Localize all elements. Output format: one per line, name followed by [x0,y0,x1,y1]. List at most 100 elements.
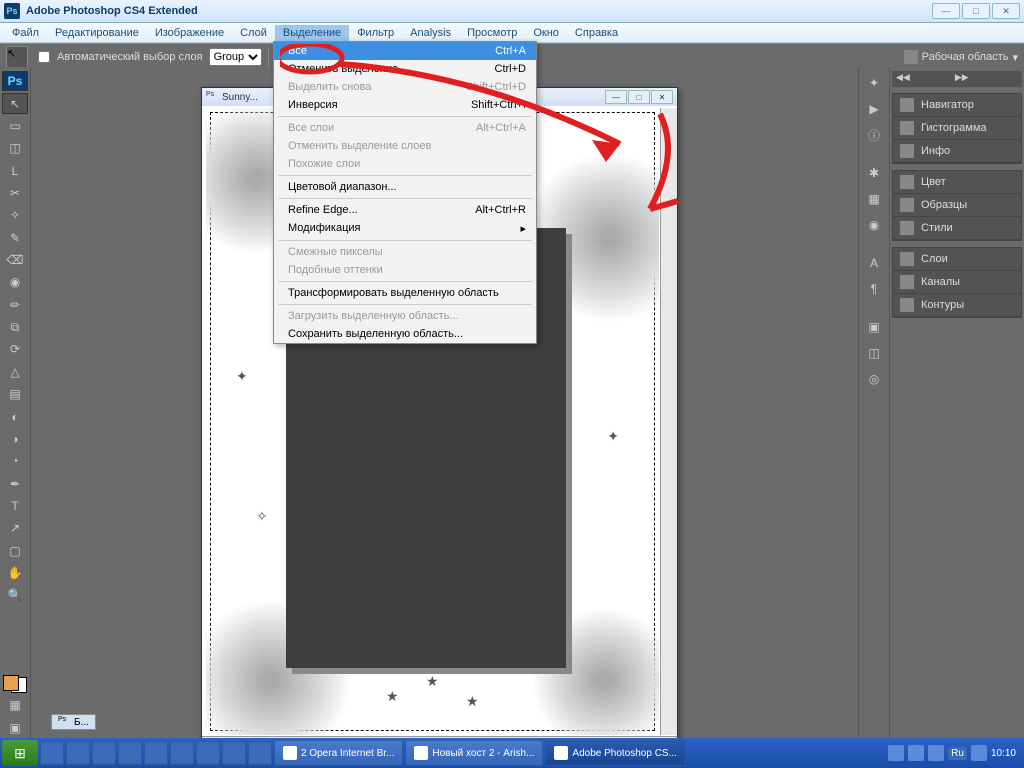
panel-tab[interactable]: Цвет [893,171,1021,194]
panel-tab[interactable]: Инфо [893,140,1021,163]
menu-изображение[interactable]: Изображение [147,25,232,41]
panel-icon[interactable]: ✱ [861,161,887,185]
tool-icon[interactable]: ⟳ [2,339,28,359]
panel-tab[interactable]: Слои [893,248,1021,271]
doc-maximize-button[interactable]: □ [628,90,650,104]
quicklaunch-icon[interactable] [92,741,116,765]
menu-item[interactable]: Сохранить выделенную область... [274,325,536,343]
panel-icon[interactable]: ▣ [861,315,887,339]
tray-icon[interactable] [928,745,944,761]
menu-item[interactable]: ИнверсияShift+Ctrl+I [274,96,536,114]
workspace-switcher[interactable]: Рабочая область ▾ [904,50,1018,64]
tool-icon[interactable]: ✏ [2,295,28,315]
panel-icon[interactable]: ▦ [861,187,887,211]
menu-выделение[interactable]: Выделение [275,25,349,41]
tool-icon[interactable]: ▤ [2,384,28,404]
quicklaunch-icon[interactable] [144,741,168,765]
tool-icon[interactable] [2,652,28,672]
menu-файл[interactable]: Файл [4,25,47,41]
tool-icon[interactable]: ⧉ [2,317,28,337]
tool-icon[interactable]: ◑ [2,429,28,449]
tool-icon[interactable]: 🔍 [2,585,28,605]
doc-minimize-button[interactable]: — [605,90,627,104]
tray-icon[interactable] [908,745,924,761]
doc-close-button[interactable]: ✕ [651,90,673,104]
tool-icon[interactable]: ↗ [2,518,28,538]
tool-icon[interactable] [2,630,28,650]
tool-icon[interactable]: ◔ [2,451,28,471]
panel-tab[interactable]: Образцы [893,194,1021,217]
panel-tab[interactable]: Стили [893,217,1021,240]
tool-icon[interactable]: Ps [2,71,28,91]
menu-analysis[interactable]: Analysis [402,25,459,41]
panel-icon[interactable]: ✦ [861,71,887,95]
tool-icon[interactable]: ◐ [2,406,28,426]
clock[interactable]: 10:10 [991,748,1016,759]
tool-icon[interactable]: △ [2,362,28,382]
panel-icon[interactable] [861,239,887,249]
tool-icon[interactable]: ⌫ [2,250,28,270]
auto-select-type[interactable]: Group [209,48,262,66]
tray-icon[interactable] [971,745,987,761]
tool-icon[interactable]: ▢ [2,541,28,561]
panel-tab[interactable]: Навигатор [893,94,1021,117]
panel-icon[interactable]: ¶ [861,277,887,301]
tool-icon[interactable]: ▭ [2,116,28,136]
quicklaunch-icon[interactable] [40,741,64,765]
screen-mode-icon[interactable]: ▦ [2,695,28,715]
menu-слой[interactable]: Слой [232,25,275,41]
menu-item[interactable]: Модификация▸ [274,219,536,238]
panel-icon[interactable]: A [861,251,887,275]
taskbar-task[interactable]: 2 Opera Internet Br... [274,740,403,766]
minimize-button[interactable]: — [932,3,960,19]
panel-icon[interactable]: ⓘ [861,123,887,147]
quicklaunch-icon[interactable] [196,741,220,765]
auto-select-checkbox[interactable]: Автоматический выбор слоя [34,48,203,66]
tool-icon[interactable]: T [2,496,28,516]
menu-справка[interactable]: Справка [567,25,626,41]
tool-icon[interactable]: ↖ [2,93,28,113]
tool-icon[interactable] [2,608,28,628]
menu-item[interactable]: Отменить выделениеCtrl+D [274,60,536,78]
screen-mode-icon[interactable]: ▣ [2,717,28,737]
menu-фильтр[interactable]: Фильтр [349,25,402,41]
maximize-button[interactable]: □ [962,3,990,19]
panel-icon[interactable]: ◫ [861,341,887,365]
quicklaunch-icon[interactable] [248,741,272,765]
menu-просмотр[interactable]: Просмотр [459,25,525,41]
menu-окно[interactable]: Окно [525,25,567,41]
quicklaunch-icon[interactable] [170,741,194,765]
taskbar-task[interactable]: Новый хост 2 - Arish... [405,740,543,766]
quicklaunch-icon[interactable] [66,741,90,765]
tool-icon[interactable]: L [2,160,28,180]
panel-tab[interactable]: Гистограмма [893,117,1021,140]
quicklaunch-icon[interactable] [222,741,246,765]
start-button[interactable]: ⊞ [2,740,38,766]
tool-icon[interactable]: ✒ [2,473,28,493]
tool-icon[interactable]: ✂ [2,183,28,203]
panel-icon[interactable]: ◉ [861,213,887,237]
menu-item[interactable]: ВсеCtrl+A [274,42,536,60]
tool-icon[interactable]: ✋ [2,563,28,583]
panel-icon[interactable]: ▶ [861,97,887,121]
document-vscrollbar[interactable] [660,108,677,735]
taskbar-task[interactable]: Adobe Photoshop CS... [545,740,686,766]
tool-icon[interactable]: ✧ [2,205,28,225]
quicklaunch-icon[interactable] [118,741,142,765]
tray-icon[interactable] [888,745,904,761]
menu-item[interactable]: Трансформировать выделенную область [274,284,536,302]
language-indicator[interactable]: Ru [948,747,967,760]
tool-icon[interactable]: ◉ [2,272,28,292]
menu-item[interactable]: Цветовой диапазон... [274,178,536,196]
panel-icon[interactable] [861,149,887,159]
panel-icon[interactable] [861,303,887,313]
panel-icon[interactable]: ◎ [861,367,887,391]
tool-icon[interactable]: ✎ [2,228,28,248]
panel-tab[interactable]: Каналы [893,271,1021,294]
menu-редактирование[interactable]: Редактирование [47,25,147,41]
close-button[interactable]: ✕ [992,3,1020,19]
minimized-doc[interactable]: PsБ... [51,714,96,730]
panel-tab[interactable]: Контуры [893,294,1021,317]
tool-icon[interactable]: ◫ [2,138,28,158]
color-swatch[interactable] [3,675,27,693]
